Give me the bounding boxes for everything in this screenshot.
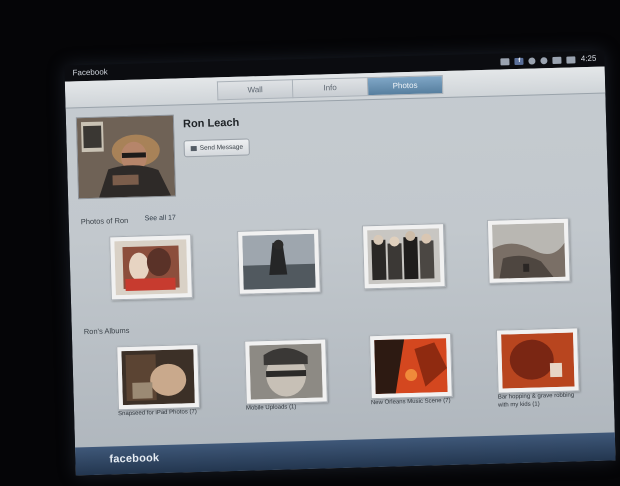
album-cover[interactable]	[369, 332, 453, 400]
album-image	[121, 349, 195, 406]
facebook-icon[interactable]: f	[514, 57, 524, 65]
tablet-screen: Facebook f 4:25 Wall Info Photos Ron Lea…	[64, 50, 616, 476]
photo-image	[114, 239, 188, 296]
battery-icon	[566, 55, 576, 64]
see-all-photos-link[interactable]: See all 17	[145, 215, 176, 223]
tabs: Wall Info Photos	[216, 75, 444, 101]
album-image	[501, 332, 575, 389]
photo-image	[491, 222, 566, 279]
facebook-logo[interactable]: facebook	[109, 452, 159, 465]
wifi-icon	[552, 56, 562, 64]
photo-thumbnail[interactable]	[486, 217, 571, 284]
photo-image	[367, 228, 441, 285]
facebook-app: Wall Info Photos Ron Leach Send Message	[64, 66, 616, 476]
photo-thumbnail[interactable]	[109, 234, 193, 301]
photo-image	[242, 233, 316, 290]
album-title[interactable]: New Orleans Music Scene (7)	[371, 397, 453, 407]
album-cover[interactable]	[495, 327, 580, 394]
notification-icon[interactable]	[528, 56, 536, 65]
signal-icon	[540, 56, 548, 64]
album-image	[374, 338, 448, 395]
mail-icon[interactable]	[500, 57, 510, 65]
bottom-bar: facebook	[75, 432, 616, 476]
tab-photos[interactable]: Photos	[366, 75, 444, 97]
albums-section-title: Ron's Albums	[83, 325, 130, 337]
status-time: 4:25	[580, 53, 597, 64]
photo-thumbnail[interactable]	[361, 223, 446, 290]
photos-section-title: Photos of Ron	[80, 215, 129, 227]
profile-photo[interactable]	[75, 114, 177, 200]
send-message-button[interactable]: Send Message	[183, 138, 251, 158]
album-title[interactable]: Snapseed for iPad Photos (7)	[118, 408, 200, 418]
photo-thumbnail[interactable]	[237, 228, 321, 295]
tab-info[interactable]: Info	[291, 77, 368, 99]
album-cover[interactable]	[116, 343, 200, 411]
status-app-name[interactable]: Facebook	[72, 64, 108, 81]
profile-name: Ron Leach	[182, 116, 240, 131]
message-icon	[190, 145, 197, 152]
send-message-label: Send Message	[199, 143, 244, 152]
album-image	[249, 343, 323, 400]
tab-wall[interactable]: Wall	[216, 79, 293, 101]
album-title[interactable]: Mobile Uploads (1)	[246, 402, 328, 412]
profile-photo-image	[76, 115, 176, 199]
album-cover[interactable]	[244, 338, 328, 405]
album-title[interactable]: Bar hopping & grave robbing with my kids…	[498, 391, 580, 409]
